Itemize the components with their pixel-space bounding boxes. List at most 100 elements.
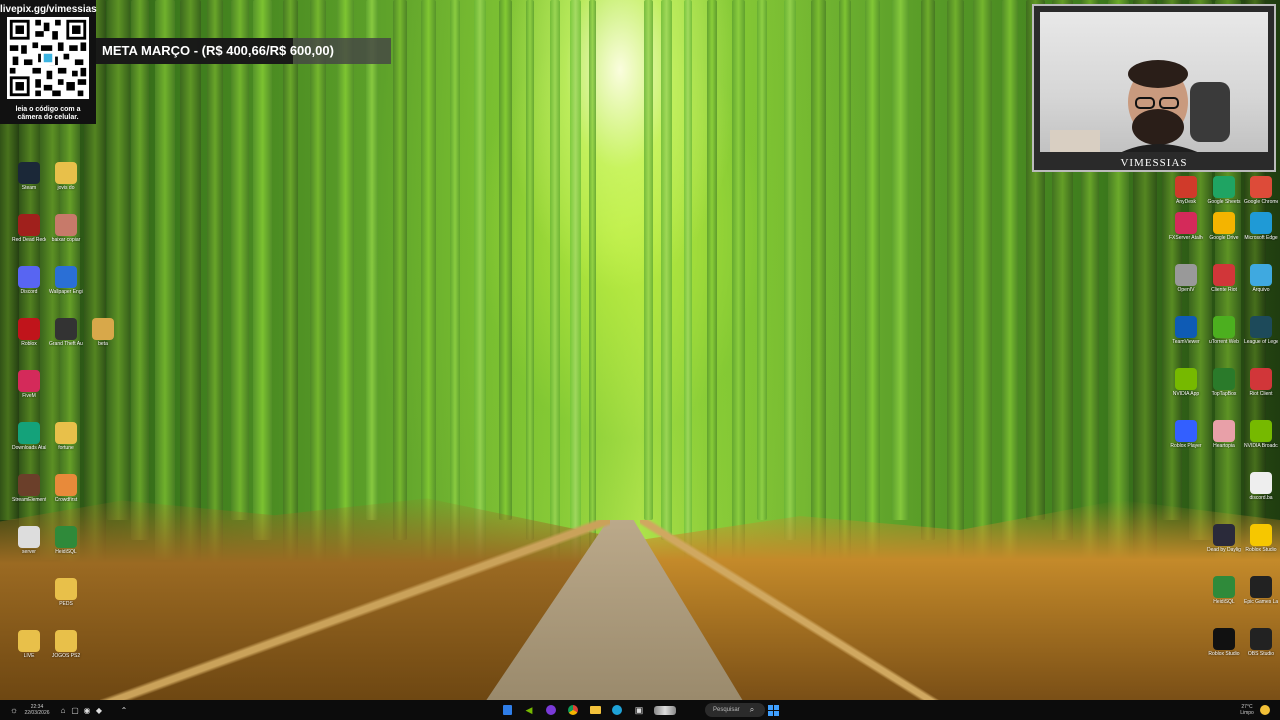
wallpaper-bamboo-stalk <box>660 0 672 540</box>
desktop-icon[interactable]: Google Sheets <box>1207 176 1241 205</box>
desktop-icon[interactable]: PEDS <box>49 578 83 607</box>
openiv-icon <box>1175 264 1197 286</box>
crowdfirst-icon <box>55 474 77 496</box>
taskbar-app-nvidia[interactable]: ◀ <box>522 703 536 717</box>
desktop-icon[interactable]: Riot Client <box>1244 368 1278 397</box>
dbd-icon <box>1213 524 1235 546</box>
wallpaper-bamboo-stalk <box>1002 0 1018 600</box>
taskbar-left-clock[interactable]: 22:34 22/03/2026 <box>20 703 54 717</box>
desktop-icon[interactable]: Wallpaper Engine <box>49 266 83 295</box>
desktop-icon-label: Roblox <box>21 341 37 347</box>
desktop-icon[interactable]: Grand Theft Auto V <box>49 318 83 347</box>
weather-widget[interactable]: 27°C Limpo <box>1234 703 1260 717</box>
qr-url: livepix.gg/vimessias <box>0 4 97 15</box>
desktop-icon[interactable]: AnyDesk <box>1169 176 1203 205</box>
desktop-icon-label: server <box>22 549 36 555</box>
weather-desc: Limpo <box>1240 710 1254 716</box>
desktop-icon-label: Wallpaper Engine <box>49 289 83 295</box>
desktop-icon[interactable]: Roblox Studio <box>1244 524 1278 553</box>
desktop-icon[interactable]: Downloads Atalho <box>12 422 46 451</box>
desktop-icon[interactable]: JOGOS PS2 <box>49 630 83 659</box>
taskbar-app-edge[interactable] <box>610 703 624 717</box>
webcam-name: VIMESSIAS <box>1120 157 1188 169</box>
desktop-icon-label: NVIDIA App <box>1172 391 1200 397</box>
desktop-icon[interactable]: FiveM <box>12 370 46 399</box>
desktop-icon-label: TeamViewer <box>1172 339 1200 345</box>
desktop-icon-label: Epic Games Launcher <box>1244 599 1278 605</box>
desktop-icon[interactable]: NVIDIA Broadcast <box>1244 420 1278 449</box>
desktop-icon-label: Roblox Player <box>1170 443 1202 449</box>
webcam-frame: VIMESSIAS <box>1032 4 1276 172</box>
desktop-icon-label: Google Sheets <box>1207 199 1241 205</box>
taskbar-app-browser[interactable] <box>544 703 558 717</box>
taskbar-app-chrome[interactable] <box>566 703 580 717</box>
desktop-icon[interactable]: Arquivo <box>1244 264 1278 293</box>
desktop-icon[interactable]: Red Dead Redempt <box>12 214 46 243</box>
wallpaper-bamboo-stalk <box>569 0 581 580</box>
desktop-icon-label: fortune <box>58 445 74 451</box>
wallpaper-bamboo-stalk <box>684 0 692 560</box>
desktop-icon[interactable]: LIVE <box>12 630 46 659</box>
desktop-icon[interactable]: Epic Games Launcher <box>1244 576 1278 605</box>
wallpaper-bamboo-stalk <box>498 0 512 520</box>
desktop-icon[interactable]: Google Drive <box>1207 212 1241 241</box>
windows-logo-icon <box>767 704 779 716</box>
desktop-icon[interactable]: TeamViewer <box>1169 316 1203 345</box>
desktop-icon[interactable]: HeidiSQL <box>1207 576 1241 605</box>
desktop-icon[interactable]: Dead by Daylight <box>1207 524 1241 553</box>
tray-icon-1[interactable]: ⌂ <box>58 703 68 717</box>
desktop-icon[interactable]: fortune <box>49 422 83 451</box>
desktop-icon[interactable]: Cliente Riot <box>1207 264 1241 293</box>
start-button[interactable] <box>766 703 780 717</box>
tray-icon-3[interactable]: ◉ <box>82 703 92 717</box>
desktop-icon[interactable]: FXServer Atalho <box>1169 212 1203 241</box>
taskbar-app-window[interactable]: ▣ <box>632 703 646 717</box>
tray-icon-2[interactable]: ▢ <box>70 703 80 717</box>
desktop-icon-label: OBS Studio <box>1247 651 1275 657</box>
desktop-icon[interactable]: Roblox Studio <box>1207 628 1241 657</box>
desktop-icon[interactable]: uTorrent Web <box>1207 316 1241 345</box>
desktop-icon[interactable]: OBS Studio <box>1244 628 1278 657</box>
desktop-icon-label: beta <box>98 341 108 347</box>
desktop-icon[interactable]: Roblox <box>12 318 46 347</box>
obs-icon <box>1250 628 1272 650</box>
desktop-icon-label: Arquivo <box>1252 287 1270 293</box>
desktop-icon[interactable]: discord.ba <box>1244 472 1278 501</box>
desktop-icon[interactable]: Google Chrome <box>1244 176 1278 205</box>
desktop-icon-label: League of Legends <box>1244 339 1278 345</box>
taskbar-app-game[interactable] <box>652 703 678 717</box>
desktop-icon-label: OpenIV <box>1177 287 1195 293</box>
desktop-icon[interactable]: baixar copiar <box>49 214 83 243</box>
desktop-icon[interactable]: Heartopia <box>1207 420 1241 449</box>
desktop-icon[interactable]: server <box>12 526 46 555</box>
wallpaper-bamboo-stalk <box>155 0 175 560</box>
desktop-icon[interactable]: OpenIV <box>1169 264 1203 293</box>
desktop-icon[interactable]: jovis do <box>49 162 83 191</box>
desktop-icon[interactable]: Roblox Player <box>1169 420 1203 449</box>
desktop-icon[interactable]: TopTapBox <box>1207 368 1241 397</box>
desktop-icon[interactable]: League of Legends <box>1244 316 1278 345</box>
desktop-icon-label: uTorrent Web <box>1209 339 1239 345</box>
download-icon <box>18 422 40 444</box>
wallpaper-bamboo-stalk <box>864 0 880 600</box>
wallpaper-bamboo-stalk <box>450 0 460 580</box>
desktop-icon[interactable]: Microsoft Edge <box>1244 212 1278 241</box>
desktop-icon[interactable]: beta <box>86 318 120 347</box>
desktop-icon-label: TopTapBox <box>1211 391 1237 397</box>
desktop-icon-label: Google Chrome <box>1244 199 1278 205</box>
taskbar-app-explorer[interactable] <box>588 703 602 717</box>
heidisql-icon <box>55 526 77 548</box>
tray-chevron-icon[interactable]: ⌃ <box>118 703 130 717</box>
desktop-icon[interactable]: HeidiSQL <box>49 526 83 555</box>
search-icon[interactable]: ⌕ <box>746 703 758 717</box>
desktop-icon[interactable]: NVIDIA App <box>1169 368 1203 397</box>
desktop-icon[interactable]: StreamElements SE.Live <box>12 474 46 503</box>
tray-icon-4[interactable]: ◆ <box>94 703 104 717</box>
desktop-icon[interactable]: Discord <box>12 266 46 295</box>
desktop-icon[interactable]: Steam <box>12 162 46 191</box>
taskbar-app-files[interactable] <box>500 703 514 717</box>
taskbar-widget-icon[interactable]: ☼ <box>8 703 20 717</box>
desktop-icon[interactable]: Crowdfirst <box>49 474 83 503</box>
sheets-icon <box>1213 176 1235 198</box>
wallpaper-bamboo-stalk <box>731 0 745 600</box>
